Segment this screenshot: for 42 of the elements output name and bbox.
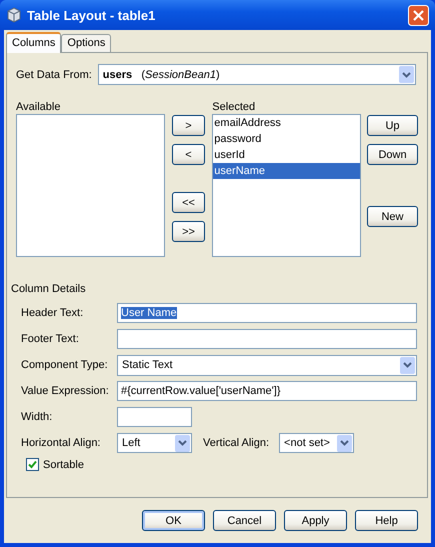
list-button[interactable]: Up <box>367 115 418 136</box>
checkbox[interactable] <box>26 458 39 471</box>
list-button[interactable]: New <box>367 206 418 227</box>
dialog-button[interactable]: OK <box>142 510 205 531</box>
move-button[interactable]: << <box>172 192 205 213</box>
list-label: Available <box>16 101 62 114</box>
component-type-dropdown[interactable]: Static Text <box>117 354 417 376</box>
cube-icon <box>6 7 22 23</box>
close-icon[interactable] <box>408 4 429 26</box>
field-label: Component Type: <box>21 359 109 371</box>
field-label: Width: <box>21 411 54 423</box>
text-field[interactable]: #{currentRow.value['userName']} <box>117 381 417 401</box>
field-label: Horizontal Align: <box>21 437 102 449</box>
list-item[interactable]: userId <box>213 147 360 163</box>
section-title: Column Details <box>11 283 87 296</box>
field-label: Header Text: <box>21 307 84 319</box>
field-label: Get Data From: <box>16 68 92 80</box>
field-label: Value Expression: <box>21 385 110 397</box>
vertical-align-dropdown[interactable]: <not set> <box>279 433 354 453</box>
available-list[interactable] <box>16 114 165 257</box>
tab[interactable]: Options <box>61 34 112 52</box>
horizontal-align-dropdown[interactable]: Left <box>117 433 192 453</box>
text-field[interactable] <box>117 329 417 349</box>
window-title: Table Layout - table1 <box>27 8 156 22</box>
dialog-button[interactable]: Apply <box>284 510 347 531</box>
checkbox-label: Sortable <box>43 458 84 470</box>
dialog-button[interactable]: Cancel <box>213 510 276 531</box>
list-item[interactable]: emailAddress <box>213 115 360 131</box>
move-button[interactable]: >> <box>172 221 205 242</box>
move-button[interactable]: < <box>172 144 205 165</box>
text-field[interactable]: User Name <box>117 303 417 323</box>
list-button[interactable]: Down <box>367 144 418 165</box>
list-item[interactable]: password <box>213 131 360 147</box>
data-source-dropdown[interactable]: users (SessionBean1) <box>98 64 416 85</box>
field-label: Vertical Align: <box>203 437 270 449</box>
field-label: Footer Text: <box>21 333 80 345</box>
move-button[interactable]: > <box>172 115 205 136</box>
width-field[interactable] <box>117 407 192 427</box>
tab[interactable]: Columns <box>6 32 62 53</box>
dialog-button[interactable]: Help <box>355 510 418 531</box>
list-item[interactable]: userName <box>213 163 360 179</box>
list-label: Selected <box>212 101 256 114</box>
